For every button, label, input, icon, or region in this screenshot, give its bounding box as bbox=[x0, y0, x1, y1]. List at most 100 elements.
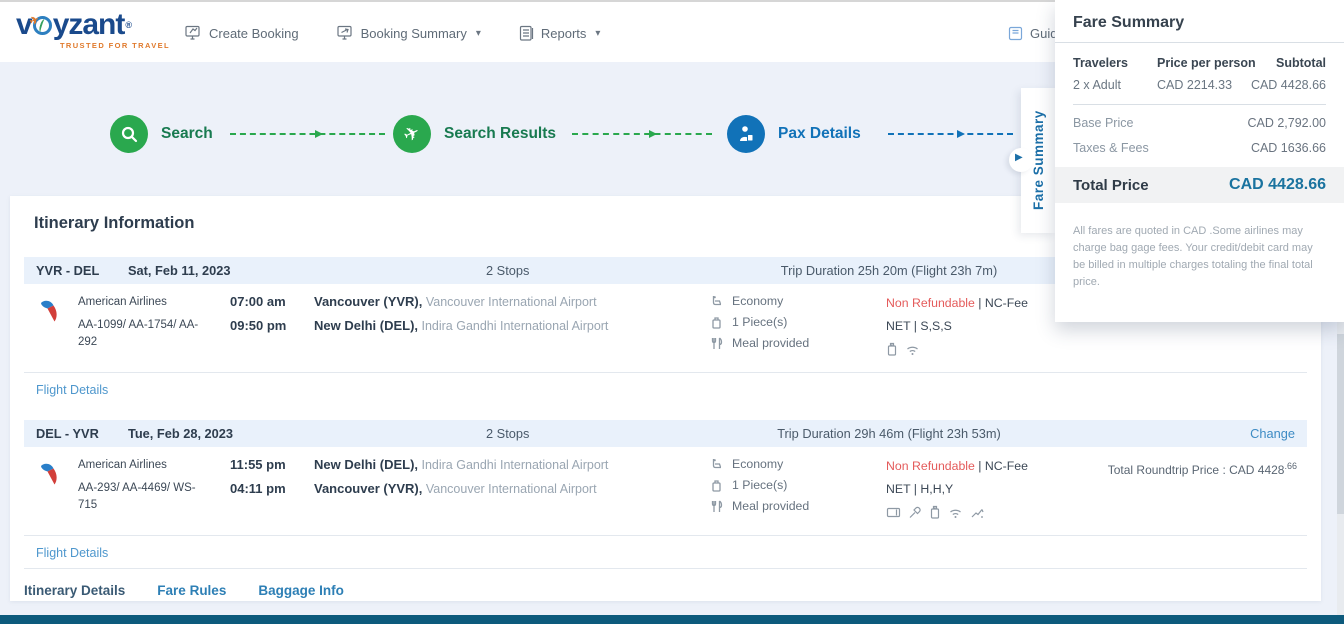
flight-numbers: AA-1099/ AA-1754/ AA-292 bbox=[78, 317, 213, 352]
segment-duration: Trip Duration 29h 46m (Flight 23h 53m) bbox=[724, 426, 1054, 441]
chevron-down-icon: ▾ bbox=[476, 28, 481, 39]
cabin-class-line: Economy bbox=[710, 457, 809, 471]
flight-details-link[interactable]: Flight Details bbox=[36, 383, 108, 397]
departure-airport: Vancouver International Airport bbox=[422, 295, 596, 309]
airline-name: American Airlines bbox=[78, 296, 213, 308]
registered-mark: ® bbox=[125, 10, 131, 40]
nav-label: Booking Summary bbox=[361, 26, 467, 41]
plane-icon: ✈ bbox=[393, 115, 431, 153]
monitor-pen-icon bbox=[185, 25, 202, 41]
base-price-value: CAD 2,792.00 bbox=[1247, 116, 1326, 130]
voyzant-wordmark: vyzant® bbox=[16, 10, 176, 40]
american-airlines-logo bbox=[36, 458, 66, 488]
nav-reports[interactable]: Reports ▾ bbox=[519, 25, 601, 42]
fare-basis: NET | S,S,S bbox=[886, 319, 1028, 333]
guide-book-icon bbox=[1008, 26, 1023, 41]
wifi-icon bbox=[948, 506, 963, 519]
arrival-airport: Indira Gandhi International Airport bbox=[418, 319, 608, 333]
fare-summary-tab[interactable]: ▶ Fare Summary bbox=[1021, 88, 1056, 233]
segment-header: DEL - YVR Tue, Feb 28, 2023 2 Stops Trip… bbox=[24, 420, 1307, 447]
fare-summary-table: Travelers Price per person Subtotal 2 x … bbox=[1073, 56, 1326, 105]
segment-duration: Trip Duration 25h 20m (Flight 23h 7m) bbox=[724, 263, 1054, 278]
total-price-value: CAD 4428.66 bbox=[1229, 176, 1326, 194]
fee-type: | NC-Fee bbox=[975, 459, 1028, 473]
baggage-icon bbox=[710, 316, 723, 329]
seat-icon bbox=[710, 458, 723, 471]
nav-label: Reports bbox=[541, 26, 587, 41]
segment-route: DEL - YVR bbox=[36, 426, 114, 441]
baggage-line: 1 Piece(s) bbox=[710, 315, 809, 329]
col-header-price-per-person: Price per person bbox=[1157, 56, 1276, 70]
base-price-line: Base Price CAD 2,792.00 bbox=[1073, 116, 1326, 130]
segment-date: Tue, Feb 28, 2023 bbox=[128, 426, 233, 441]
col-header-subtotal: Subtotal bbox=[1276, 56, 1326, 70]
meal-line: Meal provided bbox=[710, 499, 809, 513]
departure-time: 11:55 pm bbox=[230, 457, 286, 472]
amenities bbox=[886, 505, 1028, 519]
fare-summary-title: Fare Summary bbox=[1055, 14, 1344, 43]
scrollbar-thumb[interactable] bbox=[1337, 334, 1344, 514]
footer-bar bbox=[0, 615, 1344, 624]
arrival-city: Vancouver (YVR), bbox=[314, 481, 422, 496]
stepper-connector bbox=[888, 133, 1013, 135]
step-label: Search Results bbox=[444, 125, 556, 143]
tab-fare-rules[interactable]: Fare Rules bbox=[157, 583, 226, 598]
step-pax-details[interactable]: Pax Details bbox=[727, 115, 861, 153]
clipboard-icon bbox=[519, 25, 534, 42]
baggage-line: 1 Piece(s) bbox=[710, 478, 809, 492]
passenger-icon bbox=[727, 115, 765, 153]
flight-details-link[interactable]: Flight Details bbox=[36, 546, 108, 560]
globe-icon bbox=[33, 16, 52, 35]
monitor-plane-icon bbox=[337, 25, 354, 41]
departure-city: Vancouver (YVR), bbox=[314, 294, 422, 309]
step-search-results[interactable]: ✈ Search Results bbox=[393, 115, 556, 153]
departure-city-line: New Delhi (DEL), Indira Gandhi Internati… bbox=[314, 457, 608, 472]
change-flight-link[interactable]: Change bbox=[1250, 426, 1295, 441]
airline-name: American Airlines bbox=[78, 459, 213, 471]
nav-booking-summary[interactable]: Booking Summary ▾ bbox=[337, 25, 481, 41]
step-search[interactable]: Search bbox=[110, 115, 213, 153]
tab-baggage-info[interactable]: Baggage Info bbox=[258, 583, 344, 598]
nav-label: Create Booking bbox=[209, 26, 299, 41]
logo-tagline: TRUSTED FOR TRAVEL bbox=[16, 41, 176, 50]
voyzant-logo[interactable]: vyzant® TRUSTED FOR TRAVEL bbox=[16, 10, 176, 50]
segment-return: DEL - YVR Tue, Feb 28, 2023 2 Stops Trip… bbox=[24, 420, 1307, 569]
departure-time: 07:00 am bbox=[230, 294, 286, 309]
segment-stops: 2 Stops bbox=[486, 263, 529, 278]
departure-city: New Delhi (DEL), bbox=[314, 457, 418, 472]
total-price-label: Total Price bbox=[1073, 177, 1149, 194]
arrival-time: 04:11 pm bbox=[230, 481, 286, 496]
price-per-person-value: CAD 2214.33 bbox=[1157, 78, 1251, 92]
taxes-fees-value: CAD 1636.66 bbox=[1251, 141, 1326, 155]
flight-details-row: Flight Details bbox=[24, 372, 1307, 405]
cabin-class: Economy bbox=[732, 457, 783, 471]
total-roundtrip-price: Total Roundtrip Price : CAD 4428.66 bbox=[1108, 461, 1297, 477]
arrival-airport: Vancouver International Airport bbox=[422, 482, 596, 496]
fare-summary-panel: Fare Summary Travelers Price per person … bbox=[1055, 0, 1344, 322]
segment-route: YVR - DEL bbox=[36, 263, 114, 278]
nav-create-booking[interactable]: Create Booking bbox=[185, 25, 299, 41]
meal-icon bbox=[710, 500, 723, 513]
travelers-value: 2 x Adult bbox=[1073, 78, 1157, 92]
total-price-line: Total Price CAD 4428.66 bbox=[1055, 167, 1344, 203]
departure-city-line: Vancouver (YVR), Vancouver International… bbox=[314, 294, 608, 309]
wifi-icon bbox=[905, 343, 920, 356]
flight-details-row: Flight Details bbox=[24, 535, 1307, 568]
seat-icon bbox=[710, 295, 723, 308]
refund-status: Non Refundable bbox=[886, 296, 975, 310]
fare-disclaimer: All fares are quoted in CAD .Some airlin… bbox=[1073, 223, 1326, 291]
entertainment-icon bbox=[970, 506, 984, 519]
baggage-icon bbox=[710, 479, 723, 492]
amenities bbox=[886, 342, 1028, 356]
refund-line: Non Refundable | NC-Fee bbox=[886, 296, 1028, 310]
american-airlines-logo bbox=[36, 295, 66, 325]
stepper-connector bbox=[230, 133, 385, 135]
chevron-down-icon: ▾ bbox=[595, 28, 600, 39]
arrival-city: New Delhi (DEL), bbox=[314, 318, 418, 333]
meal-icon bbox=[710, 337, 723, 350]
stepper-connector bbox=[572, 133, 712, 135]
tab-itinerary-details[interactable]: Itinerary Details bbox=[24, 583, 125, 598]
meal-info: Meal provided bbox=[732, 336, 809, 350]
fare-summary-tab-label: Fare Summary bbox=[1021, 88, 1056, 233]
base-price-label: Base Price bbox=[1073, 116, 1133, 130]
